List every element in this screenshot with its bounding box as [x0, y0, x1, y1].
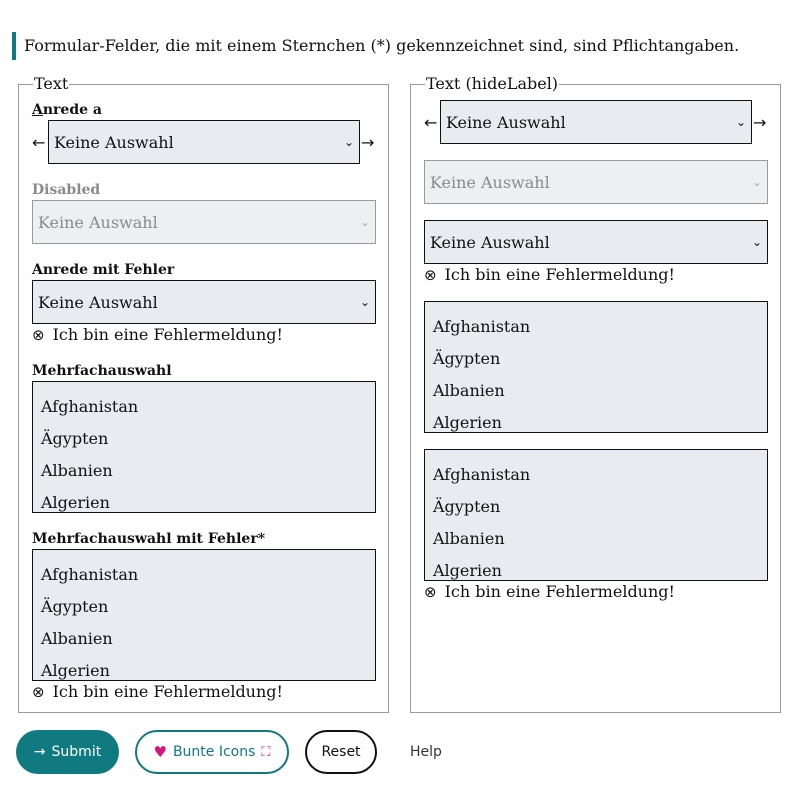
chevron-down-icon: ⌄: [751, 175, 763, 189]
list-option[interactable]: Albanien: [41, 627, 375, 659]
chevron-down-icon: ⌄: [735, 115, 747, 129]
arrow-right-icon[interactable]: →: [361, 134, 374, 152]
fieldset-legend: Text (hideLabel): [426, 74, 559, 93]
chevron-down-icon: ⌄: [359, 295, 371, 309]
anrede-select-hidelabel[interactable]: Keine Auswahl ⌄: [440, 100, 752, 144]
help-button[interactable]: Help: [398, 730, 454, 774]
list-option[interactable]: Ägypten: [433, 347, 767, 379]
error-x-icon: ⊗: [424, 266, 437, 284]
multiselect-label: Mehrfachauswahl: [32, 363, 172, 379]
chevron-down-icon: ⌄: [343, 135, 355, 149]
chevron-down-icon: ⌄: [359, 215, 371, 229]
list-option[interactable]: Ägypten: [433, 495, 767, 527]
list-option[interactable]: Algerien: [433, 411, 767, 432]
list-option[interactable]: Afghanistan: [41, 395, 375, 427]
list-option[interactable]: Albanien: [433, 527, 767, 559]
list-option[interactable]: Algerien: [433, 559, 767, 580]
list-option[interactable]: Albanien: [433, 379, 767, 411]
list-option[interactable]: Albanien: [41, 459, 375, 491]
required-fields-notice: Formular-Felder, die mit einem Sternchen…: [12, 32, 739, 60]
error-x-icon: ⊗: [424, 583, 437, 601]
list-option[interactable]: Algerien: [41, 491, 375, 512]
heart-icon: ♥: [153, 743, 167, 761]
error-x-icon: ⊗: [32, 326, 45, 344]
fieldset-legend: Text: [34, 74, 69, 93]
puzzle-icon: ⛶: [261, 744, 271, 760]
disabled-select: Keine Auswahl ⌄: [32, 200, 376, 244]
list-option[interactable]: Afghanistan: [41, 563, 375, 595]
error-message: ⊗ Ich bin eine Fehlermeldung!: [424, 265, 675, 284]
list-option[interactable]: Afghanistan: [433, 463, 767, 495]
list-option[interactable]: Ägypten: [41, 427, 375, 459]
multiselect-error-label: Mehrfachauswahl mit Fehler*: [32, 531, 266, 547]
chevron-down-icon: ⌄: [751, 235, 763, 249]
list-option[interactable]: Afghanistan: [433, 315, 767, 347]
arrow-left-icon[interactable]: ←: [424, 114, 437, 132]
anrede-label: Anrede a: [32, 102, 102, 118]
anrede-error-select[interactable]: Keine Auswahl ⌄: [32, 280, 376, 324]
anrede-select[interactable]: Keine Auswahl ⌄: [48, 120, 360, 164]
list-option[interactable]: Ägypten: [41, 595, 375, 627]
multiselect-listbox[interactable]: Afghanistan Ägypten Albanien Algerien: [32, 381, 376, 513]
anrede-error-label: Anrede mit Fehler: [32, 262, 175, 278]
arrow-right-icon[interactable]: →: [753, 114, 766, 132]
anrede-error-select-hidelabel[interactable]: Keine Auswahl ⌄: [424, 220, 768, 264]
list-option[interactable]: Algerien: [41, 659, 375, 680]
error-message: ⊗ Ich bin eine Fehlermeldung!: [32, 682, 283, 701]
reset-button[interactable]: Reset: [305, 730, 377, 774]
arrow-left-icon[interactable]: ←: [32, 134, 45, 152]
multiselect-error-listbox-hidelabel[interactable]: Afghanistan Ägypten Albanien Algerien: [424, 449, 768, 581]
error-message: ⊗ Ich bin eine Fehlermeldung!: [32, 325, 283, 344]
error-message: ⊗ Ich bin eine Fehlermeldung!: [424, 582, 675, 601]
bunte-icons-button[interactable]: ♥ Bunte Icons ⛶: [135, 730, 289, 774]
multiselect-error-listbox[interactable]: Afghanistan Ägypten Albanien Algerien: [32, 549, 376, 681]
submit-button[interactable]: → Submit: [16, 730, 119, 774]
error-x-icon: ⊗: [32, 683, 45, 701]
disabled-label: Disabled: [32, 182, 101, 198]
multiselect-listbox-hidelabel[interactable]: Afghanistan Ägypten Albanien Algerien: [424, 301, 768, 433]
disabled-select-hidelabel: Keine Auswahl ⌄: [424, 160, 768, 204]
arrow-right-icon: →: [33, 744, 46, 760]
